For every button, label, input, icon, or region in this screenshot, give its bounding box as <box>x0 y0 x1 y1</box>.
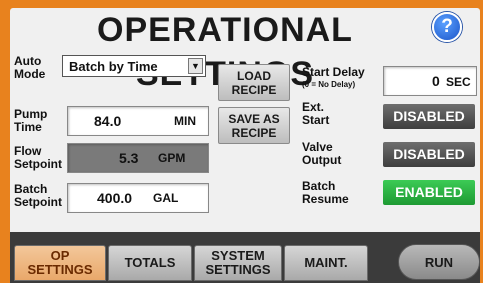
load-recipe-button[interactable]: LOAD RECIPE <box>218 64 290 101</box>
tab-op-settings[interactable]: OP SETTINGS <box>14 245 106 281</box>
start-delay-field[interactable]: 0 SEC <box>383 66 477 96</box>
auto-mode-label: Auto Mode <box>14 54 46 81</box>
auto-mode-select[interactable]: Batch by Time ▼ <box>62 55 206 77</box>
ext-start-label: Ext. Start <box>302 100 330 127</box>
help-icon[interactable]: ? <box>432 12 462 42</box>
ext-start-toggle[interactable]: DISABLED <box>383 104 475 129</box>
valve-output-toggle[interactable]: DISABLED <box>383 142 475 167</box>
pump-time-field[interactable]: 84.0 MIN <box>67 106 209 136</box>
flow-setpoint-label: Flow Setpoint <box>14 144 62 171</box>
batch-setpoint-label: Batch Setpoint <box>14 182 62 209</box>
chevron-down-icon[interactable]: ▼ <box>188 58 203 74</box>
tab-maint[interactable]: MAINT. <box>284 245 368 281</box>
batch-setpoint-field[interactable]: 400.0 GAL <box>67 183 209 213</box>
valve-output-label: Valve Output <box>302 140 342 167</box>
flow-setpoint-field: 5.3 GPM <box>67 143 209 173</box>
batch-resume-label: Batch Resume <box>302 179 349 206</box>
pump-time-label: Pump Time <box>14 107 48 134</box>
tab-totals[interactable]: TOTALS <box>108 245 192 281</box>
tab-system-settings[interactable]: SYSTEM SETTINGS <box>194 245 282 281</box>
batch-resume-toggle[interactable]: ENABLED <box>383 180 475 205</box>
run-button[interactable]: RUN <box>398 244 480 280</box>
save-as-recipe-button[interactable]: SAVE AS RECIPE <box>218 107 290 144</box>
start-delay-label: Start Delay (0 = No Delay) <box>302 65 365 90</box>
